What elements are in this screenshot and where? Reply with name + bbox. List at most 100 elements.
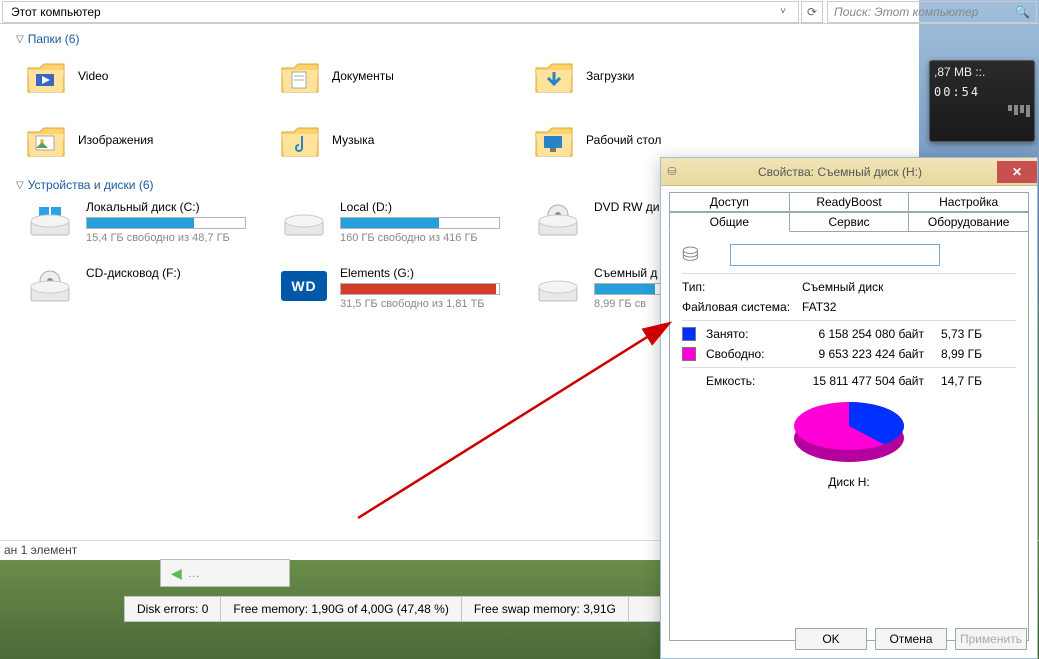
search-icon: 🔍 bbox=[1015, 5, 1030, 19]
gadget-mb: ,87 MB ::. bbox=[934, 65, 1030, 79]
usage-pie-chart bbox=[774, 396, 924, 466]
capacity-label: Емкость: bbox=[706, 374, 802, 388]
drive-subtext: 31,5 ГБ свободно из 1,81 ТБ bbox=[340, 298, 530, 310]
section-header-folders[interactable]: ▽ Папки (6) bbox=[16, 32, 1039, 46]
drive-large-icon: ⛁ bbox=[682, 242, 730, 267]
capacity-bytes: 15 811 477 504 байт bbox=[802, 374, 928, 388]
drive-item[interactable]: Локальный диск (C:) 15,4 ГБ свободно из … bbox=[26, 200, 276, 244]
tab-readyboost[interactable]: ReadyBoost bbox=[789, 192, 910, 212]
free-bytes: 9 653 223 424 байт bbox=[802, 347, 928, 361]
drive-icon: DVDDVD bbox=[534, 200, 582, 240]
drive-usage-bar bbox=[340, 217, 500, 229]
drive-icon: WD bbox=[280, 266, 328, 306]
go-back-label: … bbox=[188, 566, 200, 580]
search-input[interactable]: Поиск: Этот компьютер 🔍 bbox=[827, 1, 1037, 23]
volume-label-input[interactable] bbox=[730, 244, 940, 266]
tabs-container: ДоступReadyBoostНастройка ОбщиеСервисОбо… bbox=[661, 186, 1037, 641]
gadget-bars bbox=[934, 105, 1030, 117]
drive-subtext: 160 ГБ свободно из 416 ГБ bbox=[340, 232, 530, 244]
folder-label: Документы bbox=[332, 69, 394, 83]
properties-titlebar[interactable]: ⛁ Свойства: Съемный диск (H:) ✕ bbox=[661, 158, 1037, 186]
folder-item-img[interactable]: Изображения bbox=[26, 118, 276, 162]
address-dropdown-icon[interactable]: ˅ bbox=[776, 6, 790, 17]
section-header-drives-label: Устройства и диски (6) bbox=[28, 178, 154, 192]
disk-errors-cell: Disk errors: 0 bbox=[125, 597, 221, 621]
used-bytes: 6 158 254 080 байт bbox=[802, 327, 928, 341]
tab-panel-general: ⛁ Тип: Съемный диск Файловая система: FA… bbox=[669, 231, 1029, 641]
tab-настройка[interactable]: Настройка bbox=[908, 192, 1029, 212]
address-bar: Этот компьютер ˅ ⟳ Поиск: Этот компьютер… bbox=[0, 0, 1039, 24]
folder-label: Video bbox=[78, 69, 108, 83]
free-memory-cell: Free memory: 1,90G of 4,00G (47,48 %) bbox=[221, 597, 461, 621]
tab-общие[interactable]: Общие bbox=[669, 212, 790, 232]
separator bbox=[682, 320, 1016, 321]
drive-usage-bar bbox=[340, 283, 500, 295]
chevron-down-icon: ▽ bbox=[16, 34, 24, 45]
desktop-gadget[interactable]: ,87 MB ::. 00:54 bbox=[929, 60, 1035, 142]
folder-icon bbox=[26, 122, 66, 158]
go-back-icon: ◀ bbox=[171, 565, 182, 582]
free-legend-swatch bbox=[682, 347, 696, 361]
drive-icon bbox=[26, 266, 74, 306]
chevron-down-icon: ▽ bbox=[16, 180, 24, 191]
folder-label: Рабочий стол bbox=[586, 133, 661, 147]
cancel-button[interactable]: Отмена bbox=[875, 628, 947, 650]
folder-item-video[interactable]: Video bbox=[26, 54, 276, 98]
drive-item[interactable]: CD-дисковод (F:) bbox=[26, 266, 276, 310]
drive-item[interactable]: Local (D:) 160 ГБ свободно из 416 ГБ bbox=[280, 200, 530, 244]
close-icon[interactable]: ✕ bbox=[997, 161, 1037, 183]
drive-icon: ⛁ bbox=[661, 165, 683, 178]
folder-icon bbox=[534, 58, 574, 94]
dialog-button-row: OK Отмена Применить bbox=[795, 628, 1027, 650]
drive-item[interactable]: WD Elements (G:) 31,5 ГБ свободно из 1,8… bbox=[280, 266, 530, 310]
used-legend-swatch bbox=[682, 327, 696, 341]
folder-icon bbox=[26, 58, 66, 94]
disk-errors-value: 0 bbox=[202, 602, 209, 616]
free-label: Свободно: bbox=[706, 347, 802, 361]
folder-icon bbox=[534, 122, 574, 158]
drive-usage-bar bbox=[86, 217, 246, 229]
properties-dialog: ⛁ Свойства: Съемный диск (H:) ✕ ДоступRe… bbox=[660, 157, 1038, 659]
tab-доступ[interactable]: Доступ bbox=[669, 192, 790, 212]
type-value: Съемный диск bbox=[802, 280, 883, 294]
address-box[interactable]: Этот компьютер ˅ bbox=[2, 1, 799, 23]
pie-chart-label: Диск H: bbox=[682, 475, 1016, 489]
folder-label: Музыка bbox=[332, 133, 374, 147]
separator bbox=[682, 273, 1016, 274]
drive-label: Локальный диск (C:) bbox=[86, 200, 276, 214]
drive-icon bbox=[26, 200, 74, 240]
used-label: Занято: bbox=[706, 327, 802, 341]
type-label: Тип: bbox=[682, 280, 802, 294]
capacity-human: 14,7 ГБ bbox=[928, 374, 982, 388]
tab-оборудование[interactable]: Оборудование bbox=[908, 212, 1029, 232]
folder-item-desk[interactable]: Рабочий стол bbox=[534, 118, 784, 162]
folder-label: Загрузки bbox=[586, 69, 634, 83]
free-swap-cell: Free swap memory: 3,91G bbox=[462, 597, 629, 621]
folder-label: Изображения bbox=[78, 133, 153, 147]
separator bbox=[682, 367, 1016, 368]
drive-label: CD-дисковод (F:) bbox=[86, 266, 276, 280]
folder-item-dl[interactable]: Загрузки bbox=[534, 54, 784, 98]
disk-errors-label: Disk errors: bbox=[137, 602, 198, 616]
free-swap-value: 3,91G bbox=[583, 602, 616, 616]
go-back-button[interactable]: ◀ … bbox=[160, 559, 290, 587]
ok-button[interactable]: OK bbox=[795, 628, 867, 650]
gadget-clock: 00:54 bbox=[934, 85, 1030, 99]
search-placeholder: Поиск: Этот компьютер bbox=[834, 5, 978, 19]
folder-item-music[interactable]: Музыка bbox=[280, 118, 530, 162]
free-swap-label: Free swap memory: bbox=[474, 602, 580, 616]
apply-button[interactable]: Применить bbox=[955, 628, 1027, 650]
section-header-folders-label: Папки (6) bbox=[28, 32, 80, 46]
status-text: ан 1 элемент bbox=[4, 543, 77, 557]
folder-icon bbox=[280, 122, 320, 158]
refresh-button[interactable]: ⟳ bbox=[801, 1, 823, 23]
tab-сервис[interactable]: Сервис bbox=[789, 212, 910, 232]
drive-label: Elements (G:) bbox=[340, 266, 530, 280]
folder-item-doc[interactable]: Документы bbox=[280, 54, 530, 98]
free-human: 8,99 ГБ bbox=[928, 347, 982, 361]
properties-title: Свойства: Съемный диск (H:) bbox=[683, 165, 997, 179]
drive-icon bbox=[534, 266, 582, 306]
free-memory-value: 1,90G of 4,00G (47,48 %) bbox=[311, 602, 448, 616]
used-human: 5,73 ГБ bbox=[928, 327, 982, 341]
free-memory-label: Free memory: bbox=[233, 602, 308, 616]
